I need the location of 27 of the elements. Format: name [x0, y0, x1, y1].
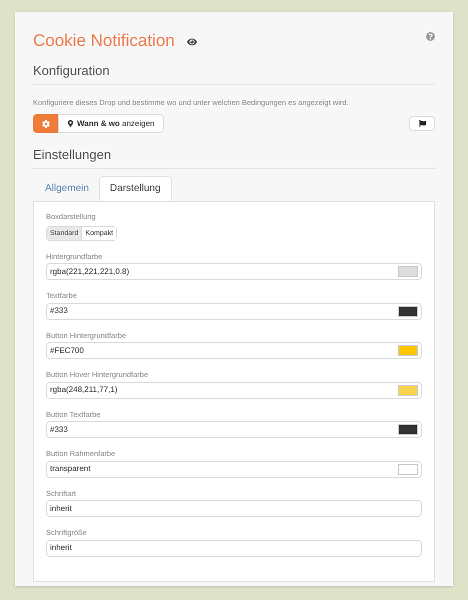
gear-icon — [42, 120, 50, 128]
input-field[interactable]: rgba(248,211,77,1) — [46, 382, 422, 398]
input-field[interactable]: inherit — [46, 540, 422, 556]
page-title: Cookie Notification — [33, 32, 175, 49]
input-field[interactable]: #FEC700 — [46, 342, 422, 359]
input-field[interactable]: #333 — [46, 421, 422, 438]
input-field[interactable]: transparent — [46, 460, 422, 478]
settings-button[interactable] — [33, 114, 58, 133]
help-icon[interactable] — [426, 32, 435, 41]
flag-button[interactable] — [409, 116, 435, 131]
tab[interactable]: Darstellung — [98, 176, 172, 201]
flag-icon — [418, 120, 426, 127]
color-swatch[interactable] — [398, 345, 418, 356]
color-swatch[interactable] — [398, 266, 418, 277]
input-field[interactable]: #333 — [46, 302, 422, 320]
map-pin-icon — [67, 120, 74, 127]
color-swatch[interactable] — [398, 464, 418, 474]
eye-icon[interactable] — [186, 36, 197, 46]
location-button[interactable]: Wann & wo anzeigen — [58, 114, 164, 133]
color-swatch[interactable] — [398, 384, 418, 396]
color-swatch[interactable] — [398, 424, 418, 435]
input-field[interactable]: rgba(221,221,221,0.8) — [46, 263, 422, 280]
tab[interactable]: Allgemein — [35, 176, 99, 201]
input-field[interactable]: inherit — [46, 500, 422, 517]
color-swatch[interactable] — [398, 306, 418, 316]
section-heading: Einstellungen — [33, 147, 112, 162]
section-heading: Konfiguration — [33, 63, 110, 78]
